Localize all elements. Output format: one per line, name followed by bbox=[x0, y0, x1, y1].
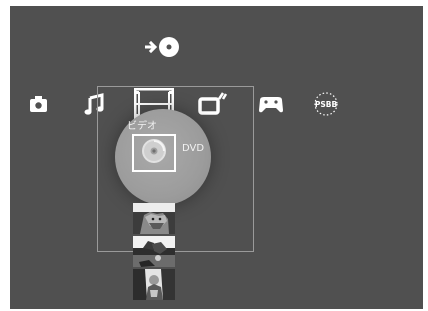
dvd-label: DVD bbox=[182, 143, 205, 154]
dvd-item[interactable] bbox=[132, 134, 176, 172]
psbb-label: PSBB bbox=[315, 100, 338, 109]
dvd-disc-icon bbox=[140, 137, 168, 169]
video-thumbnail-1[interactable] bbox=[133, 203, 175, 234]
gamepad-icon[interactable] bbox=[257, 88, 285, 120]
category-label: ビデオ bbox=[127, 121, 157, 132]
video-thumbnail-3[interactable] bbox=[133, 269, 175, 300]
psbb-icon[interactable]: PSBB bbox=[311, 88, 341, 120]
disc-insert-icon[interactable] bbox=[144, 36, 185, 58]
camera-icon[interactable] bbox=[28, 88, 50, 120]
video-thumbnail-2[interactable] bbox=[133, 236, 175, 267]
xmb-screen: PSBB ビデオ DVD bbox=[10, 6, 423, 309]
